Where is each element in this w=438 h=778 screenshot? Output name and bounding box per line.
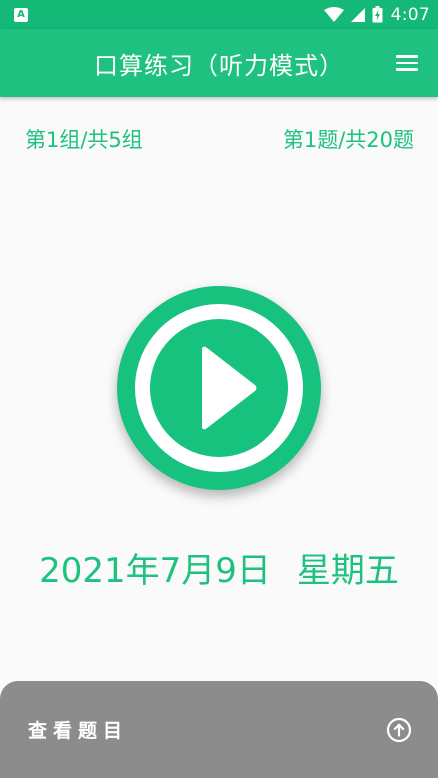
play-button[interactable] xyxy=(117,286,321,490)
menu-button[interactable] xyxy=(396,51,422,75)
app-bar: 口算练习（听力模式） xyxy=(0,29,438,97)
cell-signal-icon xyxy=(350,7,365,22)
page-title: 口算练习（听力模式） xyxy=(94,51,344,80)
menu-icon-bar xyxy=(396,55,418,58)
status-icons: 4:07 xyxy=(323,4,430,25)
battery-charging-icon xyxy=(372,6,383,23)
group-progress: 第1组/共5组 xyxy=(25,128,143,152)
progress-row: 第1组/共5组 第1题/共20题 xyxy=(0,124,438,154)
date-weekday: 星期五 xyxy=(296,551,399,591)
play-button-inner xyxy=(150,319,288,457)
view-questions-sheet[interactable]: 查看题目 xyxy=(0,681,438,778)
android-notification-icon: A xyxy=(14,7,28,22)
menu-icon-bar xyxy=(396,68,418,71)
view-questions-label: 查看题目 xyxy=(28,720,129,742)
status-bar: A 4:07 xyxy=(0,0,438,29)
question-progress: 第1题/共20题 xyxy=(282,128,414,152)
arrow-up-circle-icon[interactable] xyxy=(386,717,412,743)
play-button-ring xyxy=(135,304,303,472)
date-display: 2021年7月9日 星期五 xyxy=(0,543,438,592)
status-clock: 4:07 xyxy=(390,4,430,25)
menu-icon-bar xyxy=(396,61,418,65)
wifi-icon xyxy=(323,6,344,22)
date-day: 2021年7月9日 xyxy=(39,551,271,591)
status-left: A xyxy=(14,7,28,22)
play-icon xyxy=(202,346,257,430)
